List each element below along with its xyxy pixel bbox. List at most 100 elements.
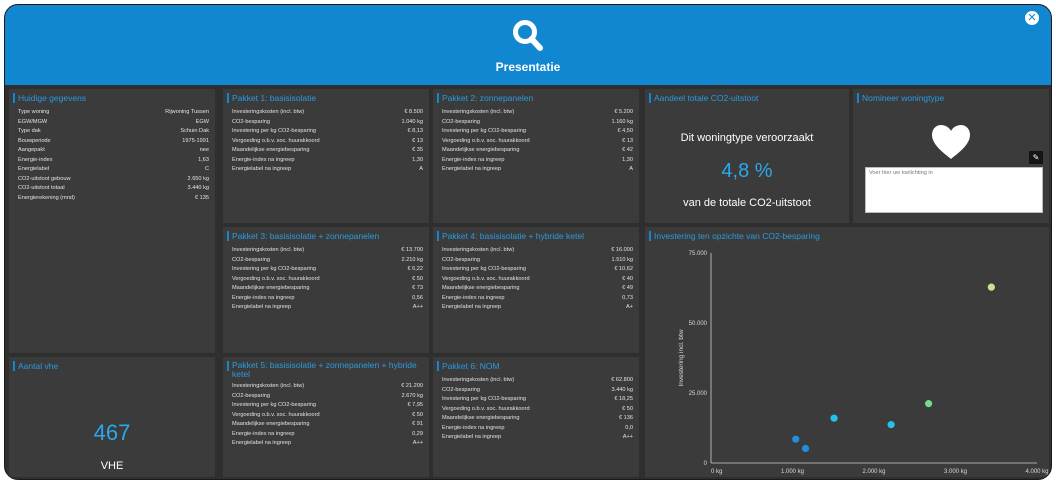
data-row: Vergoeding o.b.v. soc. huurakkoord € 40 [442, 275, 633, 285]
page-title: Presentatie [495, 60, 561, 74]
data-row: Investering per kg CO2-besparing € 7,95 [232, 401, 423, 411]
nominate-panel: Nomineer woningtype ✎ [853, 89, 1049, 223]
current-data-rows: Type woning Rijwoning Tussen EGW/MGW EGW Typ… [9, 106, 215, 203]
panel-title: Aantal vhe [9, 357, 215, 374]
row-value: € 49 [622, 285, 633, 291]
panel-title: Pakket 1: basisisolatie [223, 89, 429, 106]
scatter-point [830, 414, 838, 422]
package-panel: Pakket 6: NOM Investeringskosten (incl. … [433, 357, 639, 477]
row-value: 0,73 [622, 294, 633, 301]
row-value: € 50 [412, 411, 423, 418]
row-value: 1,30 [622, 156, 633, 163]
data-row: Vergoeding o.b.v. soc. huurakkoord € 13 [232, 137, 423, 147]
row-value: 2.670 kg [401, 392, 423, 399]
row-label: Energielabel na ingreep [232, 304, 292, 310]
row-label: Type dak [18, 128, 41, 134]
row-label: Energie-index [18, 156, 53, 163]
close-icon[interactable]: ✕ [1025, 11, 1039, 25]
y-axis-label: Investering incl. btw [678, 329, 685, 386]
package-rows: Investeringskosten (incl. btw) € 16.000 CO… [433, 244, 639, 313]
panel-title: Pakket 3: basisisolatie + zonnepanelen [223, 227, 429, 244]
row-value: 0,0 [625, 424, 633, 431]
panel-title: Pakket 5: basisisolatie + zonnepanelen +… [223, 357, 429, 382]
row-value: EGW [195, 118, 209, 125]
row-value: 1,63 [198, 156, 209, 163]
panel-title: Pakket 6: NOM [433, 357, 639, 374]
data-row: Investering per kg CO2-besparing € 4,50 [442, 127, 633, 137]
row-label: Investering per kg CO2-besparing [232, 402, 316, 408]
row-label: Investering per kg CO2-besparing [232, 266, 316, 272]
data-row: Energierekening (mnd) € 135 [18, 194, 209, 204]
row-label: Maandelijkse energiebesparing [232, 285, 310, 291]
row-label: CO2-uitstoot totaal [18, 185, 65, 191]
row-label: Energielabel na ingreep [232, 166, 292, 172]
row-value: € 135 [195, 194, 209, 201]
row-value: 2.210 kg [401, 256, 423, 263]
data-row: Energie-index na ingreep 0,29 [232, 430, 423, 440]
data-row: Vergoeding o.b.v. soc. huurakkoord € 50 [232, 275, 423, 285]
row-value: A++ [412, 440, 423, 446]
row-label: Type woning [18, 109, 50, 115]
data-row: Vergoeding o.b.v. soc. huurakkoord € 13 [442, 137, 633, 147]
row-value: A+ [626, 304, 633, 310]
x-tick-label: 3.000 kg [944, 469, 967, 475]
share-percentage: 4,8 % [721, 160, 773, 182]
data-row: Vergoeding o.b.v. soc. huurakkoord € 50 [442, 405, 633, 415]
data-row: Investeringskosten (incl. btw) € 16.000 [442, 246, 633, 256]
data-row: Energie-index na ingreep 0,73 [442, 294, 633, 304]
row-label: Energielabel na ingreep [442, 434, 502, 440]
row-value: € 13.700 [401, 247, 423, 253]
row-value: € 18,25 [614, 396, 633, 402]
data-row: Investering per kg CO2-besparing € 6,22 [232, 265, 423, 275]
row-value: € 21.200 [401, 383, 423, 389]
row-label: CO2-besparing [232, 118, 270, 125]
panel-title: Huidige gegevens [9, 89, 215, 106]
panel-title: Aandeel totale CO2-uitstoot [645, 89, 849, 106]
explanation-input[interactable] [865, 167, 1043, 213]
data-row: Energielabel na ingreep A [232, 165, 423, 175]
data-row: Aangepakt nee [18, 146, 209, 156]
row-label: Vergoeding o.b.v. soc. huurakkoord [442, 137, 530, 144]
search-icon [513, 20, 543, 51]
row-label: Investeringskosten (incl. btw) [232, 247, 305, 253]
row-value: € 50 [622, 405, 633, 412]
row-label: Aangepakt [18, 147, 45, 153]
heart-icon[interactable] [930, 124, 972, 160]
row-label: Energielabel na ingreep [442, 304, 502, 310]
row-value: Schuin Dak [180, 128, 209, 134]
row-label: Vergoeding o.b.v. soc. huurakkoord [442, 405, 530, 412]
row-label: Energie-index na ingreep [232, 156, 295, 163]
row-value: € 8.500 [404, 109, 423, 115]
row-value: nee [199, 147, 209, 153]
row-label: Energielabel na ingreep [232, 440, 292, 446]
row-label: Maandelijkse energiebesparing [232, 421, 310, 427]
y-tick-label: 50.000 [689, 321, 708, 327]
row-value: 2.650 kg [187, 175, 209, 182]
row-label: Energie-index na ingreep [442, 294, 505, 301]
row-label: Vergoeding o.b.v. soc. huurakkoord [232, 137, 320, 144]
row-value: € 10,62 [614, 266, 633, 272]
row-value: € 40 [622, 275, 633, 282]
row-value: 1.160 kg [611, 118, 633, 125]
row-value: € 136 [619, 415, 633, 421]
data-row: Maandelijkse energiebesparing € 42 [442, 146, 633, 156]
row-value: € 50 [412, 275, 423, 282]
data-row: CO2-besparing 1.160 kg [442, 118, 633, 128]
row-label: Investeringskosten (incl. btw) [232, 383, 305, 389]
data-row: Vergoeding o.b.v. soc. huurakkoord € 50 [232, 411, 423, 421]
data-row: Investering per kg CO2-besparing € 18,25 [442, 395, 633, 405]
row-label: Investering per kg CO2-besparing [442, 128, 526, 134]
row-label: Investeringskosten (incl. btw) [442, 109, 515, 115]
data-row: Investering per kg CO2-besparing € 10,62 [442, 265, 633, 275]
package-panel: Pakket 3: basisisolatie + zonnepanelen I… [223, 227, 429, 353]
row-value: A [629, 166, 633, 172]
package-panel: Pakket 5: basisisolatie + zonnepanelen +… [223, 357, 429, 477]
row-label: Energie-index na ingreep [442, 156, 505, 163]
data-row: CO2-uitstoot gebouw 2.650 kg [18, 175, 209, 185]
data-row: Investering per kg CO2-besparing € 8,13 [232, 127, 423, 137]
data-row: Energie-index na ingreep 0,0 [442, 424, 633, 434]
row-value: € 73 [412, 285, 423, 291]
pencil-icon[interactable]: ✎ [1029, 151, 1043, 164]
row-value: € 4,50 [617, 128, 633, 134]
row-label: Maandelijkse energiebesparing [442, 147, 520, 153]
